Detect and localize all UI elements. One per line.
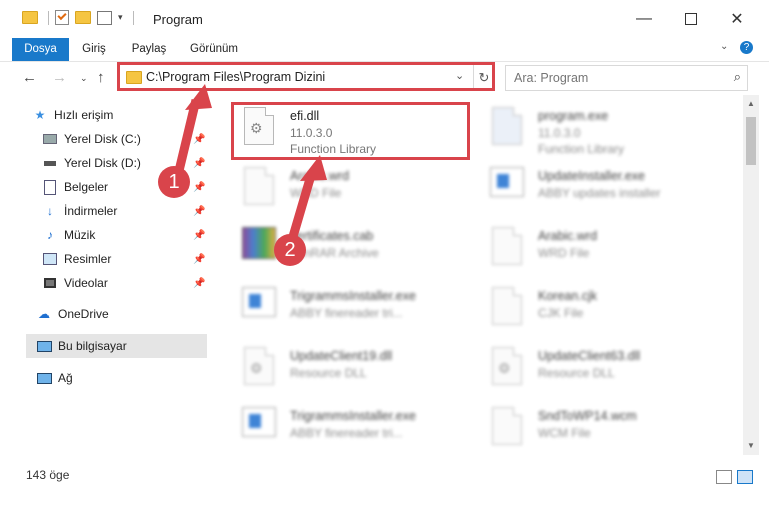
scroll-down-icon[interactable]: ▼ bbox=[743, 441, 759, 450]
arrow-2 bbox=[287, 170, 317, 242]
step-badge-2: 2 bbox=[274, 234, 306, 266]
arrow-2-head bbox=[300, 155, 327, 181]
arrow-1 bbox=[173, 98, 201, 177]
scroll-thumb[interactable] bbox=[746, 117, 756, 165]
item-count: 143 öge bbox=[26, 468, 70, 482]
arrow-1-head bbox=[185, 84, 212, 110]
details-view-icon[interactable] bbox=[716, 470, 732, 484]
annotation-arrows bbox=[173, 84, 327, 242]
status-bar: 143 öge bbox=[0, 462, 769, 484]
tiles-view-icon[interactable] bbox=[737, 470, 753, 484]
vertical-scrollbar[interactable]: ▲ ▼ bbox=[743, 95, 759, 455]
step-badge-1: 1 bbox=[158, 166, 190, 198]
scroll-up-icon[interactable]: ▲ bbox=[743, 99, 759, 108]
